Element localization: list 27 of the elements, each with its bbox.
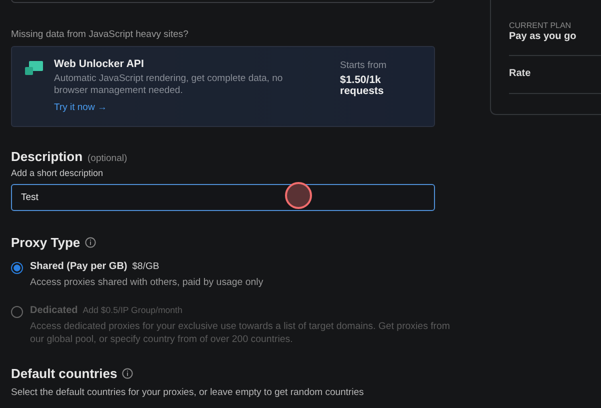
option-description: Access dedicated proxies for your exclusive use towards a list of target domains. Get proxies from our global pool, or specify country from of over 200 countries. [30, 320, 451, 346]
option-label: Dedicated [30, 305, 78, 316]
option-description: Access proxies shared with others, paid by usage only [30, 276, 264, 289]
plan-name: Pay as you go [509, 31, 578, 42]
radio-button[interactable] [11, 262, 23, 274]
description-field[interactable]: Test [11, 184, 435, 211]
windows-icon [24, 60, 44, 76]
option-price: $8/GB [132, 261, 160, 272]
section-description: Select the default countries for your proxies, or leave empty to get random countries [11, 387, 365, 398]
section-title: Proxy Type [11, 235, 80, 250]
optional-label: (optional) [88, 153, 128, 164]
field-hint: Add a short description [11, 168, 104, 178]
info-icon [122, 368, 134, 379]
try-link[interactable]: Try it now → [54, 102, 107, 113]
option-price: Add $0.5/IP Group/month [82, 305, 182, 315]
info-icon [85, 237, 96, 248]
promo-title: Web Unlocker API [54, 58, 145, 70]
promo-description: Automatic JavaScript rendering, get complete data, no browser management needed. [54, 73, 284, 97]
section-title: Default countries [11, 366, 118, 381]
plan-label: CURRENT PLAN [509, 21, 572, 30]
price-value: $1.50/1k requests [340, 75, 385, 97]
radio-button[interactable] [11, 306, 23, 318]
promo-question: Missing data from JavaScript heavy sites? [11, 29, 190, 40]
rate-label: Rate [509, 68, 532, 80]
section-title: Description [11, 149, 83, 164]
price-label: Starts from [340, 60, 388, 71]
option-label: Shared (Pay per GB) [30, 261, 128, 272]
